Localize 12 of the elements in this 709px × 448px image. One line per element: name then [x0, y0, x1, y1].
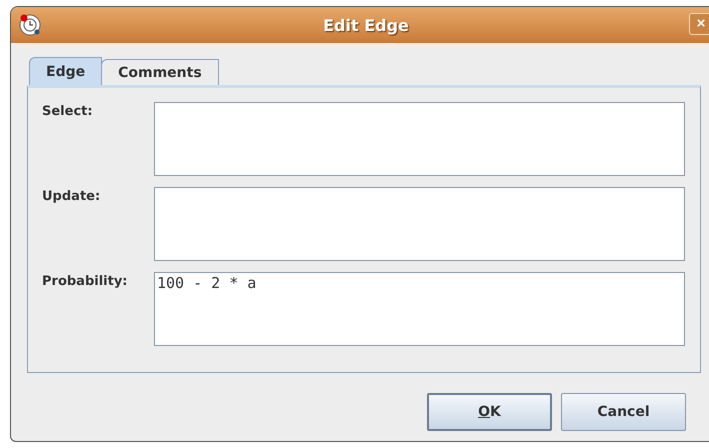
window-title: Edit Edge [323, 16, 409, 34]
cancel-button[interactable]: Cancel [561, 393, 686, 431]
field-label: Update: [42, 188, 102, 206]
clock-icon [19, 14, 41, 36]
tab[interactable]: Comments [101, 59, 219, 85]
input-field[interactable] [154, 187, 685, 261]
tab[interactable]: Edge [29, 57, 102, 85]
field-label: Probability: [42, 273, 129, 291]
input-field[interactable] [154, 102, 685, 176]
input-field[interactable]: 100 - 2 * a [154, 272, 685, 346]
field-label: Select: [42, 103, 94, 121]
ok-button[interactable]: OK [427, 393, 552, 431]
